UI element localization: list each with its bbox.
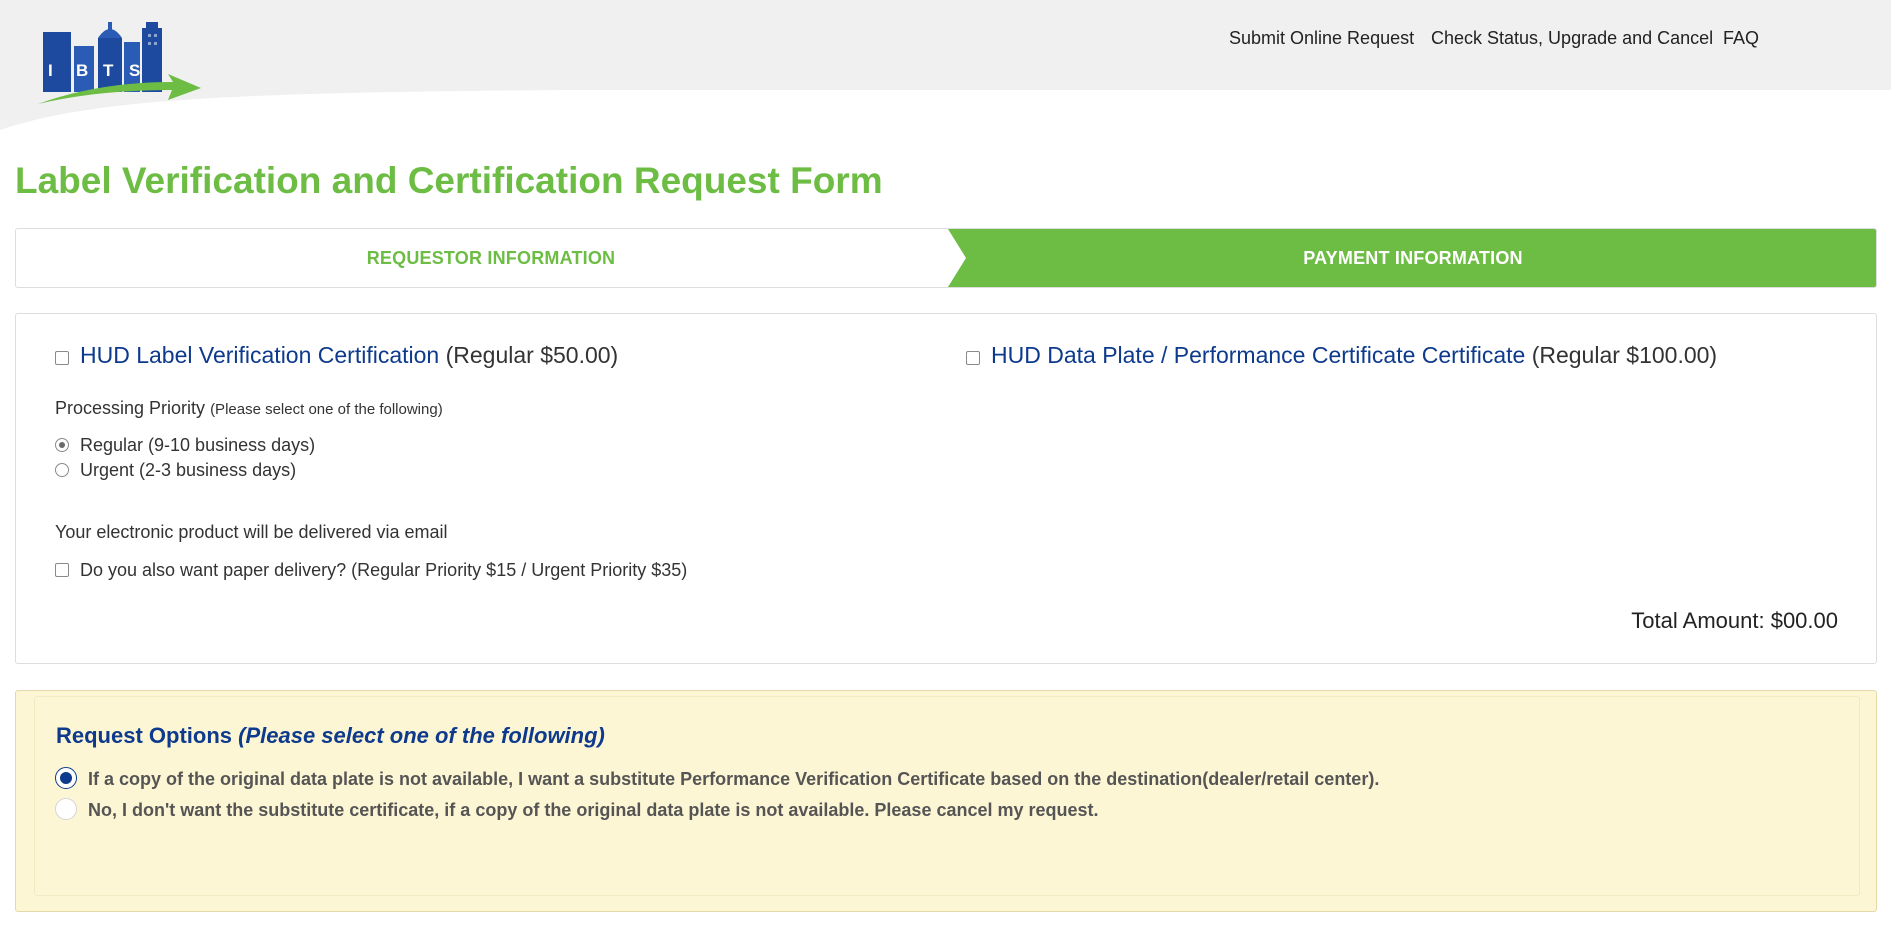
logo-letter-s: S bbox=[129, 61, 140, 80]
hud-label-verification-title: HUD Label Verification Certification (Re… bbox=[80, 342, 618, 369]
hud-data-plate-link[interactable]: HUD Data Plate / Performance Certificate… bbox=[991, 342, 1525, 368]
form-steps: REQUESTOR INFORMATION PAYMENT INFORMATIO… bbox=[15, 228, 1877, 288]
hud-data-plate-title: HUD Data Plate / Performance Certificate… bbox=[991, 342, 1717, 369]
step-requestor-information[interactable]: REQUESTOR INFORMATION bbox=[16, 229, 966, 287]
request-options-title-hint: (Please select one of the following) bbox=[238, 723, 605, 748]
nav-submit-online-request[interactable]: Submit Online Request bbox=[1229, 28, 1414, 49]
request-options-title: Request Options (Please select one of th… bbox=[56, 723, 605, 749]
priority-urgent-label[interactable]: Urgent (2-3 business days) bbox=[80, 460, 296, 481]
substitute-certificate-radio[interactable] bbox=[55, 767, 77, 789]
substitute-certificate-label[interactable]: If a copy of the original data plate is … bbox=[88, 769, 1379, 790]
logo-letter-t: T bbox=[103, 61, 114, 80]
processing-priority-text: Processing Priority bbox=[55, 398, 206, 418]
page-title: Label Verification and Certification Req… bbox=[15, 160, 883, 201]
priority-regular-radio[interactable] bbox=[55, 438, 69, 452]
hud-label-verification-checkbox[interactable] bbox=[55, 351, 69, 365]
request-options-title-text: Request Options bbox=[56, 723, 233, 748]
header-curve bbox=[0, 60, 1891, 130]
ibts-logo[interactable]: I B T S bbox=[38, 20, 208, 110]
nav-faq[interactable]: FAQ bbox=[1723, 28, 1759, 49]
hud-data-plate-checkbox[interactable] bbox=[966, 351, 980, 365]
processing-priority-label: Processing Priority (Please select one o… bbox=[55, 398, 443, 419]
hud-label-verification-link[interactable]: HUD Label Verification Certification bbox=[80, 342, 439, 368]
processing-priority-hint: (Please select one of the following) bbox=[210, 401, 443, 418]
cancel-request-label[interactable]: No, I don't want the substitute certific… bbox=[88, 800, 1099, 821]
priority-urgent-radio[interactable] bbox=[55, 463, 69, 477]
delivery-note: Your electronic product will be delivere… bbox=[55, 522, 448, 542]
total-amount: Total Amount: $00.00 bbox=[1631, 608, 1838, 633]
step-payment-information[interactable]: PAYMENT INFORMATION bbox=[948, 229, 1876, 287]
paper-delivery-label[interactable]: Do you also want paper delivery? (Regula… bbox=[80, 560, 687, 581]
logo-letter-i: I bbox=[48, 61, 53, 80]
cancel-request-radio[interactable] bbox=[55, 798, 77, 820]
priority-regular-label[interactable]: Regular (9-10 business days) bbox=[80, 435, 315, 456]
nav-check-status[interactable]: Check Status, Upgrade and Cancel bbox=[1431, 28, 1713, 49]
hud-label-verification-price: (Regular $50.00) bbox=[445, 342, 619, 368]
hud-data-plate-price: (Regular $100.00) bbox=[1531, 342, 1718, 368]
paper-delivery-checkbox[interactable] bbox=[55, 563, 69, 577]
request-options-panel: Request Options (Please select one of th… bbox=[15, 690, 1877, 912]
payment-panel: HUD Label Verification Certification (Re… bbox=[15, 313, 1877, 664]
logo-letter-b: B bbox=[76, 61, 88, 80]
